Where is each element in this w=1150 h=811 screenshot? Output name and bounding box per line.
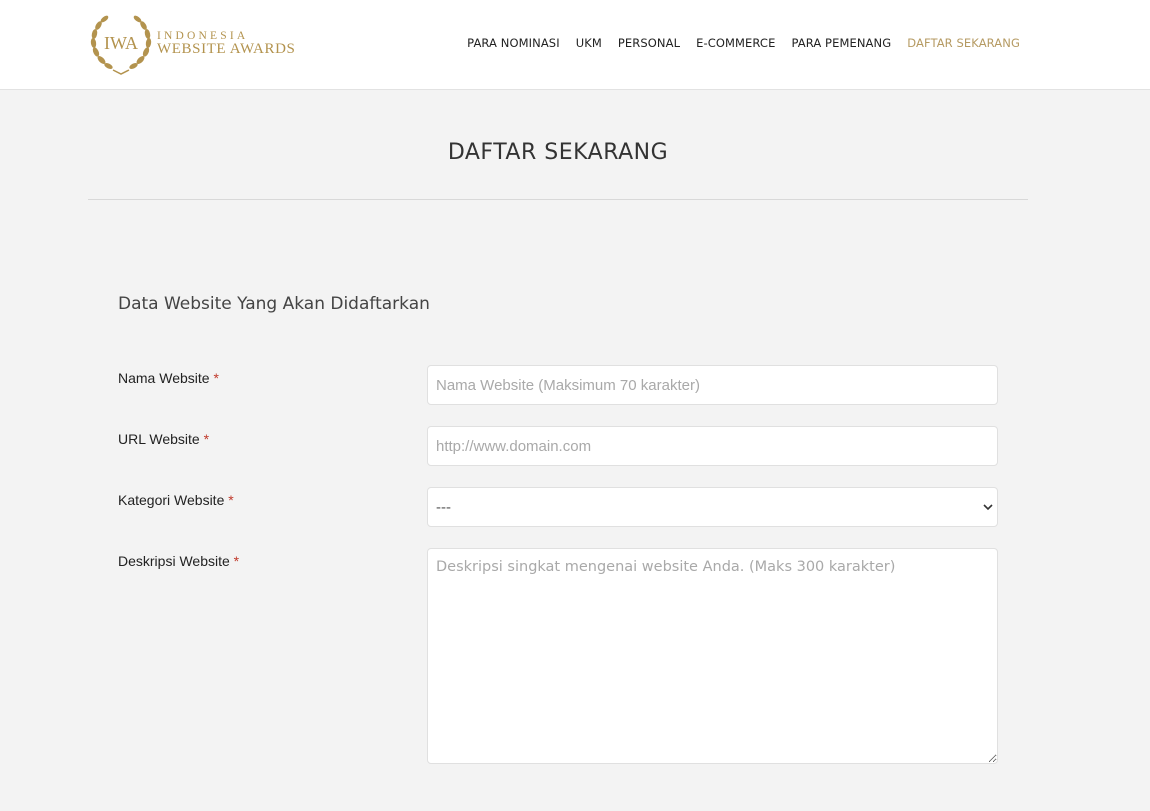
required-marker: * [233, 553, 240, 569]
title-divider [88, 199, 1028, 200]
deskripsi-website-label: Deskripsi Website * [118, 553, 239, 569]
url-website-label-text: URL Website [118, 431, 200, 447]
site-header: IWA INDONESIA WEBSITE AWARDS PARA NOMINA… [0, 0, 1150, 90]
nav-item-e-commerce[interactable]: E-COMMERCE [696, 36, 775, 50]
nav-item-ukm[interactable]: UKM [576, 36, 602, 50]
site-logo[interactable]: IWA INDONESIA WEBSITE AWARDS [89, 13, 299, 75]
section-heading: Data Website Yang Akan Didaftarkan [118, 294, 430, 314]
nama-website-input[interactable] [427, 365, 998, 405]
kategori-website-label: Kategori Website * [118, 492, 234, 508]
main-navigation: PARA NOMINASI UKM PERSONAL E-COMMERCE PA… [451, 36, 1020, 50]
nama-website-label-text: Nama Website [118, 370, 210, 386]
nav-item-para-nominasi[interactable]: PARA NOMINASI [467, 36, 560, 50]
nav-item-personal[interactable]: PERSONAL [618, 36, 680, 50]
deskripsi-website-label-text: Deskripsi Website [118, 553, 230, 569]
kategori-website-label-text: Kategori Website [118, 492, 225, 508]
nama-website-label: Nama Website * [118, 370, 219, 386]
kategori-website-select[interactable]: --- [427, 487, 998, 527]
nav-item-daftar-sekarang[interactable]: DAFTAR SEKARANG [907, 36, 1020, 50]
logo-text-line2: WEBSITE AWARDS [157, 41, 296, 57]
required-marker: * [213, 370, 219, 386]
url-website-input[interactable] [427, 426, 998, 466]
deskripsi-website-textarea[interactable] [427, 548, 998, 764]
nav-item-para-pemenang[interactable]: PARA PEMENANG [791, 36, 891, 50]
required-marker: * [203, 431, 210, 447]
laurel-wreath-icon: IWA [90, 15, 152, 75]
page-title: DAFTAR SEKARANG [447, 140, 669, 165]
url-website-label: URL Website * [118, 431, 209, 447]
required-marker: * [228, 492, 234, 508]
logo-monogram: IWA [104, 33, 138, 53]
